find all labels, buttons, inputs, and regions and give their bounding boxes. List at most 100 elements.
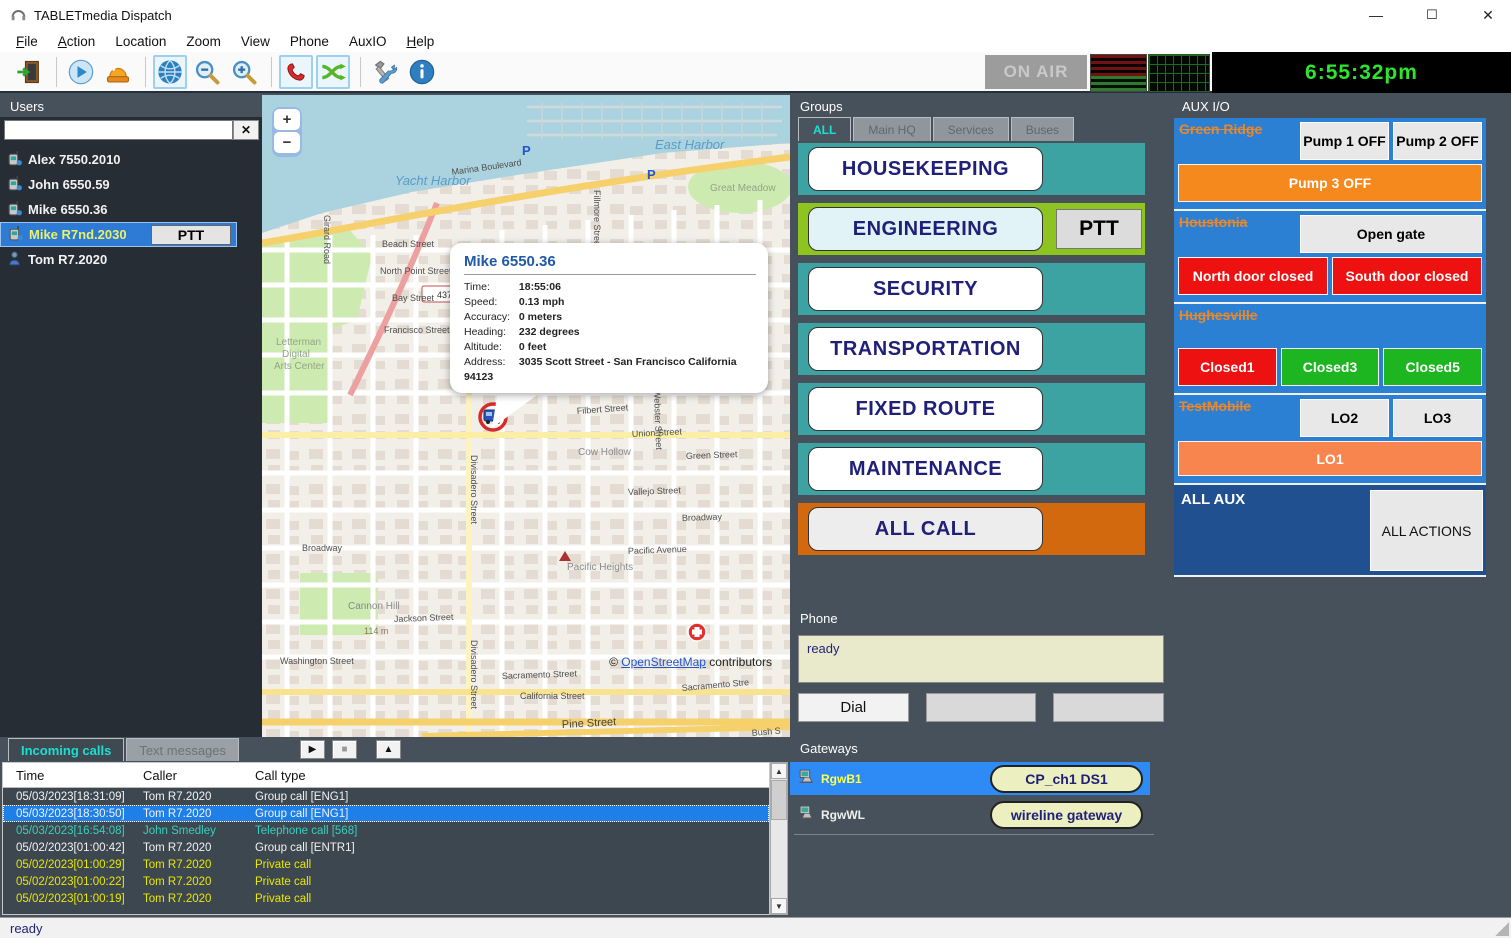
menu-phone[interactable]: Phone <box>280 32 339 51</box>
groups-tab-buses[interactable]: Buses <box>1011 117 1074 141</box>
call-row[interactable]: 05/03/2023[16:54:08]John SmedleyTelephon… <box>3 822 769 839</box>
openstreetmap-link[interactable]: OpenStreetMap <box>621 655 706 669</box>
gateway-channel-button[interactable]: CP_ch1 DS1 <box>990 765 1143 793</box>
menu-location[interactable]: Location <box>105 32 176 51</box>
group-call-button[interactable]: FIXED ROUTE <box>808 387 1043 431</box>
gateway-row[interactable]: RgwWLwireline gateway <box>790 798 1150 831</box>
info-icon[interactable] <box>405 55 439 89</box>
minimize-button[interactable]: — <box>1363 7 1389 23</box>
clear-search-button[interactable]: ✕ <box>233 120 259 140</box>
exit-door-icon[interactable] <box>12 55 46 89</box>
menu-zoom[interactable]: Zoom <box>176 32 231 51</box>
aux-site-label: TestMobile <box>1179 398 1251 414</box>
group-call-button[interactable]: ALL CALL <box>808 507 1043 551</box>
calls-tab-text-messages[interactable]: Text messages <box>126 738 239 761</box>
menu-file[interactable]: File <box>6 32 48 51</box>
all-actions-button[interactable]: ALL ACTIONS <box>1370 490 1483 571</box>
call-row[interactable]: 05/02/2023[01:00:19]Tom R7.2020Private c… <box>3 890 769 907</box>
call-row[interactable]: 05/03/2023[18:30:50]Tom R7.2020Group cal… <box>3 805 769 822</box>
map-label: Cannon Hill <box>348 601 400 612</box>
group-call-button[interactable]: HOUSEKEEPING <box>808 147 1043 191</box>
aux-button[interactable]: Pump 1 OFF <box>1300 122 1389 160</box>
phone-blank-button[interactable] <box>1053 693 1164 722</box>
group-call-button[interactable]: TRANSPORTATION <box>808 327 1043 371</box>
aux-button[interactable]: Closed3 <box>1281 348 1380 386</box>
shuffle-green-icon[interactable] <box>316 55 350 89</box>
scroll-down-icon[interactable]: ▼ <box>771 898 787 914</box>
calls-media-buttons: ▶ ■ ▲ <box>300 740 401 759</box>
map-label: Bay Street <box>392 293 435 303</box>
maximize-button[interactable]: ☐ <box>1419 7 1445 23</box>
aux-button[interactable]: LO1 <box>1178 441 1482 476</box>
hospital-marker-icon[interactable] <box>688 623 706 641</box>
aux-io-panel-title: AUX I/O <box>1172 95 1511 117</box>
calls-table: Time Caller Call type 05/03/2023[18:31:0… <box>2 762 770 915</box>
menu-help[interactable]: Help <box>396 32 444 51</box>
group-call-button[interactable]: MAINTENANCE <box>808 447 1043 491</box>
workspace: Users ✕ Alex 7550.2010John 6550.59Mike 6… <box>0 93 1511 938</box>
person-user-icon <box>6 250 28 270</box>
map-view[interactable]: Yacht HarborEast HarborPPGreat MeadowMar… <box>262 95 790 737</box>
call-row[interactable]: 05/03/2023[18:31:09]Tom R7.2020Group cal… <box>3 788 769 805</box>
window-title: TABLETmedia Dispatch <box>34 8 172 23</box>
zoom-out-icon[interactable] <box>190 55 224 89</box>
groups-tab-all[interactable]: ALL <box>798 117 851 141</box>
gateway-row[interactable]: RgwB1CP_ch1 DS1 <box>790 762 1150 795</box>
close-button[interactable]: ✕ <box>1475 7 1501 24</box>
siren-icon[interactable] <box>101 55 135 89</box>
map-zoom-in-button[interactable]: + <box>274 109 300 130</box>
up-icon[interactable]: ▲ <box>376 740 401 759</box>
aux-button[interactable]: South door closed <box>1332 257 1482 295</box>
call-row[interactable]: 05/02/2023[01:00:42]Tom R7.2020Group cal… <box>3 839 769 856</box>
aux-button[interactable]: North door closed <box>1178 257 1328 295</box>
user-row[interactable]: John 6550.59 <box>0 172 262 197</box>
group-call-button[interactable]: ENGINEERING <box>808 207 1043 251</box>
globe-icon[interactable] <box>153 55 187 89</box>
user-ptt-button[interactable]: PTT <box>151 225 231 245</box>
tools-icon[interactable] <box>368 55 402 89</box>
resize-grip-icon[interactable] <box>1495 922 1509 936</box>
phone-red-icon[interactable] <box>279 55 313 89</box>
aux-site-label: Green Ridge <box>1179 121 1262 137</box>
play-icon[interactable] <box>64 55 98 89</box>
scroll-thumb[interactable] <box>771 780 787 820</box>
menu-view[interactable]: View <box>231 32 280 51</box>
play-icon[interactable]: ▶ <box>300 740 325 759</box>
groups-tab-main-hq[interactable]: Main HQ <box>853 117 930 141</box>
aux-button[interactable]: Closed5 <box>1383 348 1482 386</box>
stop-icon[interactable]: ■ <box>332 740 357 759</box>
toolbar-separator <box>271 57 272 87</box>
popup-row: Speed: 0.13 mph <box>464 295 756 310</box>
aux-button[interactable]: Pump 3 OFF <box>1178 164 1482 202</box>
groups-tab-services[interactable]: Services <box>933 117 1009 141</box>
groups-panel-title: Groups <box>790 95 1172 117</box>
group-call-button[interactable]: SECURITY <box>808 267 1043 311</box>
aux-button[interactable]: Pump 2 OFF <box>1393 122 1482 160</box>
aux-button[interactable]: LO3 <box>1393 399 1482 437</box>
gateway-channel-button[interactable]: wireline gateway <box>990 801 1143 829</box>
calls-tab-incoming-calls[interactable]: Incoming calls <box>8 738 124 761</box>
aux-button[interactable]: Open gate <box>1300 215 1482 253</box>
zoom-in-icon[interactable] <box>227 55 261 89</box>
aux-button[interactable]: LO2 <box>1300 399 1389 437</box>
radio-user-icon <box>6 150 28 170</box>
map-zoom-out-button[interactable]: − <box>274 132 300 153</box>
dial-button[interactable]: Dial <box>798 693 909 722</box>
calls-scrollbar[interactable]: ▲ ▼ <box>770 762 788 915</box>
call-row[interactable]: 05/02/2023[01:00:22]Tom R7.2020Private c… <box>3 873 769 890</box>
group-row: ENGINEERING PTT <box>798 203 1145 255</box>
user-row[interactable]: Tom R7.2020 <box>0 247 262 272</box>
user-row[interactable]: Alex 7550.2010 <box>0 147 262 172</box>
group-ptt-button[interactable]: PTT <box>1056 209 1142 249</box>
user-name: Mike R7nd.2030 <box>29 227 127 242</box>
phone-blank-button[interactable] <box>926 693 1037 722</box>
menu-auxio[interactable]: AuxIO <box>339 32 397 51</box>
scroll-up-icon[interactable]: ▲ <box>771 763 787 779</box>
user-row[interactable]: Mike 6550.36 <box>0 197 262 222</box>
aux-button[interactable]: Closed1 <box>1178 348 1277 386</box>
user-row[interactable]: Mike R7nd.2030 PTT <box>0 222 237 247</box>
gateway-icon <box>798 768 821 790</box>
user-search-input[interactable] <box>4 120 233 140</box>
menu-action[interactable]: Action <box>48 32 106 51</box>
call-row[interactable]: 05/02/2023[01:00:29]Tom R7.2020Private c… <box>3 856 769 873</box>
